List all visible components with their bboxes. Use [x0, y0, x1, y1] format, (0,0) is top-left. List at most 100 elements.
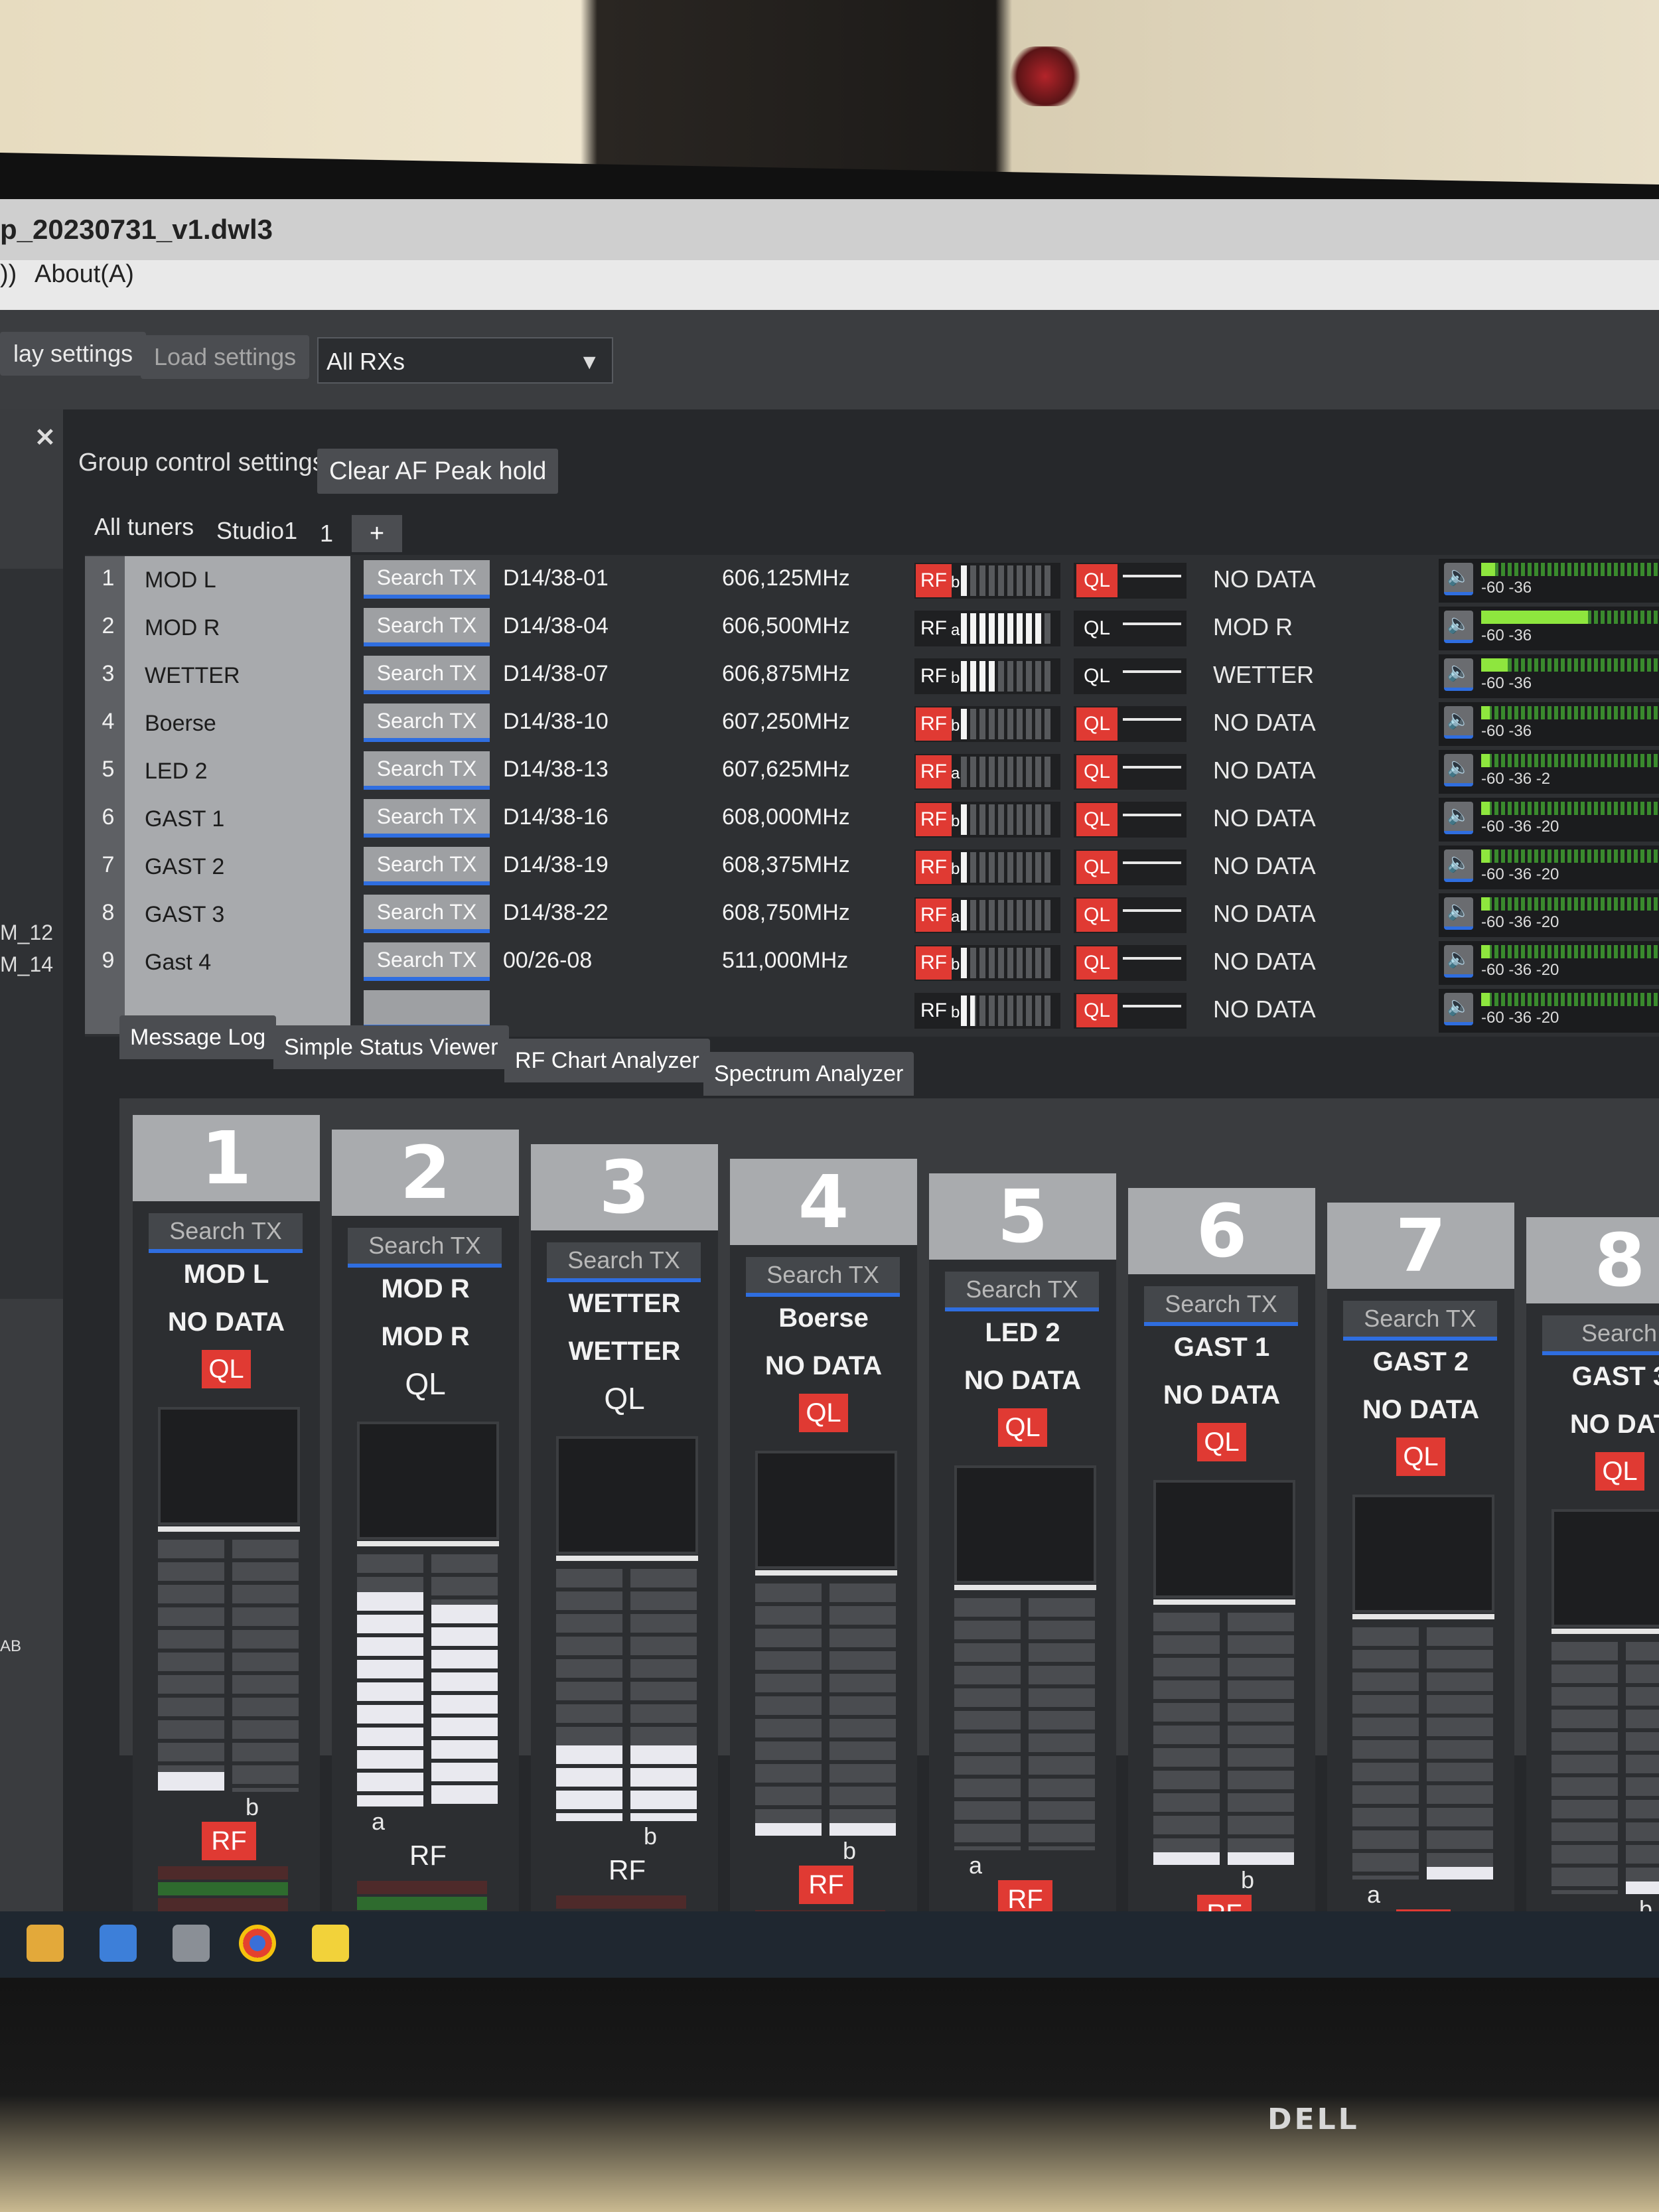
frequency: 606,125MHz — [722, 565, 850, 591]
tx-id: D14/38-19 — [503, 852, 609, 877]
speaker-icon[interactable]: 🔈 — [1444, 993, 1473, 1025]
sticky-notes-icon[interactable] — [312, 1925, 349, 1962]
chrome-icon[interactable] — [239, 1925, 276, 1962]
channel-status: MOD R — [381, 1322, 470, 1351]
rf-indicator: RF — [609, 1854, 646, 1885]
rx-select[interactable]: All RXs ▼ — [317, 337, 613, 384]
tuner-name[interactable]: LED 2 — [125, 747, 350, 795]
rf-level-meter — [755, 1584, 897, 1836]
search-tx-button[interactable] — [364, 990, 490, 1029]
save-settings-button[interactable]: lay settings — [0, 332, 147, 376]
tab-1[interactable]: 1 — [320, 514, 333, 553]
load-settings-button[interactable]: Load settings — [141, 335, 310, 379]
tuner-name[interactable]: GAST 1 — [125, 795, 350, 843]
channel-status: NO DATA — [1362, 1395, 1480, 1424]
ql-indicator: QL — [405, 1366, 446, 1401]
left-item-3[interactable]: AB — [0, 1637, 21, 1656]
app-icon[interactable] — [173, 1925, 210, 1962]
tab-message-log[interactable]: Message Log — [119, 1015, 277, 1059]
search-tx-button[interactable]: Search TX — [364, 656, 490, 694]
ql-indicator: QL — [799, 1394, 848, 1432]
ql-level-line — [1123, 814, 1181, 816]
menu-item-prev[interactable]: )) — [0, 260, 17, 289]
ql-indicator: QL — [604, 1381, 645, 1416]
search-tx-button[interactable]: Search TX — [364, 895, 490, 933]
meter-fill-b — [830, 1823, 896, 1836]
speaker-icon[interactable]: 🔈 — [1444, 849, 1473, 882]
folder-icon[interactable] — [27, 1925, 64, 1962]
tab-simple-status-viewer[interactable]: Simple Status Viewer — [273, 1025, 509, 1069]
search-tx-button[interactable]: Search — [1542, 1315, 1659, 1355]
speaker-icon[interactable]: 🔈 — [1444, 611, 1473, 643]
search-tx-button[interactable]: Search TX — [149, 1213, 303, 1253]
frequency: 608,000MHz — [722, 804, 850, 830]
search-tx-button[interactable]: Search TX — [364, 847, 490, 885]
antenna-label: b — [644, 1822, 658, 1850]
tuner-name[interactable]: Boerse — [125, 700, 350, 747]
left-item-1[interactable]: M_12 — [0, 921, 53, 945]
ql-level-line — [1123, 575, 1181, 577]
antenna-label: b — [843, 1837, 857, 1864]
search-tx-button[interactable]: Search TX — [1144, 1286, 1298, 1326]
add-tab-button[interactable]: + — [352, 515, 402, 552]
search-tx-button[interactable]: Search TX — [364, 608, 490, 646]
speaker-icon[interactable]: 🔈 — [1444, 945, 1473, 978]
ql-indicator: QL — [998, 1408, 1047, 1447]
left-item-2[interactable]: M_14 — [0, 952, 53, 977]
af-peak-fill — [1481, 658, 1508, 672]
tab-spectrum-analyzer[interactable]: Spectrum Analyzer — [703, 1052, 914, 1096]
frequency: 606,500MHz — [722, 613, 850, 638]
channel-status: NO DATA — [764, 1351, 883, 1380]
search-tx-button[interactable]: Search TX — [364, 942, 490, 981]
search-tx-button[interactable]: Search TX — [1343, 1301, 1497, 1341]
af-scale: -60 -36 -20 — [1481, 865, 1559, 883]
speaker-icon[interactable]: 🔈 — [1444, 706, 1473, 739]
meter-column-b — [1029, 1598, 1095, 1850]
speaker-icon[interactable]: 🔈 — [1444, 563, 1473, 595]
meter-fill-a — [158, 1772, 224, 1792]
af-scale: -60 -36 — [1481, 627, 1532, 644]
search-tx-button[interactable]: Search TX — [364, 560, 490, 599]
rf-level-bar — [961, 804, 1054, 835]
tuner-name[interactable]: GAST 3 — [125, 891, 350, 938]
search-tx-button[interactable]: Search TX — [348, 1228, 502, 1268]
tx-id: D14/38-01 — [503, 565, 609, 591]
search-tx-button[interactable]: Search TX — [364, 799, 490, 838]
tx-id: D14/38-16 — [503, 804, 609, 830]
af-peak-fill — [1481, 897, 1490, 911]
close-icon[interactable]: ✕ — [35, 423, 56, 453]
row-number: 9 — [102, 948, 115, 973]
tuner-name[interactable]: GAST 2 — [125, 843, 350, 891]
rf-level-fill — [961, 661, 998, 692]
search-tx-button[interactable]: Search TX — [945, 1272, 1099, 1311]
search-tx-button[interactable]: Search TX — [364, 751, 490, 790]
tuner-name[interactable]: Gast 4 — [125, 938, 350, 986]
search-tx-button[interactable]: Search TX — [364, 703, 490, 742]
menu-item-about[interactable]: About(A) — [35, 260, 134, 289]
meter-column-b — [232, 1540, 299, 1792]
tuner-name[interactable]: MOD R — [125, 604, 350, 652]
tuner-name[interactable]: WETTER — [125, 652, 350, 700]
tuner-name[interactable]: MOD L — [125, 556, 350, 604]
settings-app-icon[interactable] — [100, 1925, 137, 1962]
meter-column-b — [630, 1569, 697, 1821]
tab-studio1[interactable]: Studio1 — [216, 511, 297, 551]
af-level-bar — [1481, 706, 1659, 719]
ql-indicator: QL — [1076, 707, 1118, 741]
meter-column-b — [830, 1584, 896, 1836]
af-scale: -60 -36 -20 — [1481, 913, 1559, 931]
search-tx-button[interactable]: Search TX — [547, 1242, 701, 1282]
speaker-icon[interactable]: 🔈 — [1444, 897, 1473, 930]
speaker-icon[interactable]: 🔈 — [1444, 754, 1473, 786]
af-level-bar — [1481, 945, 1659, 958]
antenna-label: a — [951, 621, 960, 639]
rf-level-fill — [961, 852, 970, 883]
meter-column-a — [1551, 1642, 1618, 1894]
rf-indicator: RF — [916, 946, 952, 980]
speaker-icon[interactable]: 🔈 — [1444, 802, 1473, 834]
tab-all-tuners[interactable]: All tuners — [94, 507, 194, 547]
search-tx-button[interactable]: Search TX — [746, 1257, 900, 1297]
speaker-icon[interactable]: 🔈 — [1444, 658, 1473, 691]
clear-af-peak-button[interactable]: Clear AF Peak hold — [317, 449, 559, 494]
tab-rf-chart-analyzer[interactable]: RF Chart Analyzer — [504, 1039, 710, 1082]
